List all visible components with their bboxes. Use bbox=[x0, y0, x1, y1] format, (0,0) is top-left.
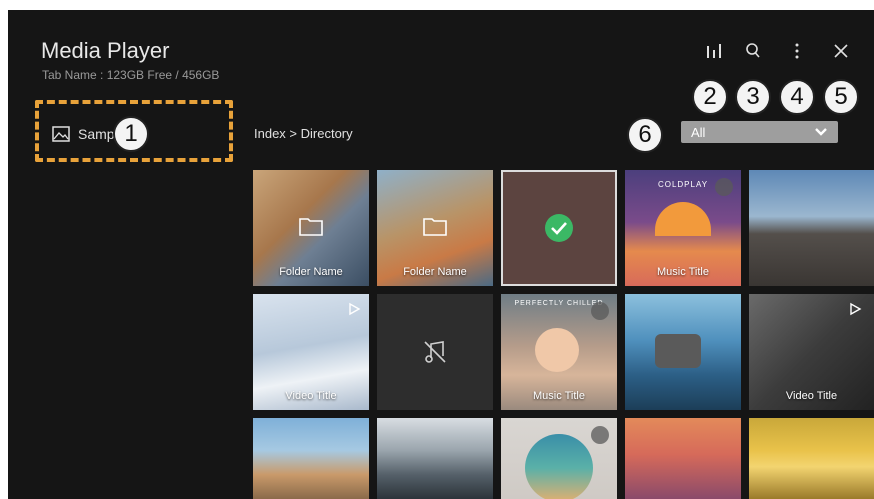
folder-icon bbox=[299, 218, 323, 236]
callout-4: 4 bbox=[779, 79, 815, 115]
music-badge-icon bbox=[715, 178, 733, 196]
callout-1: 1 bbox=[113, 116, 149, 152]
album-art bbox=[535, 328, 579, 372]
tile-label: Folder Name bbox=[279, 266, 343, 278]
selected-tile[interactable] bbox=[501, 170, 617, 286]
callout-6: 6 bbox=[627, 117, 663, 153]
storage-info: Tab Name : 123GB Free / 456GB bbox=[42, 68, 220, 82]
app-title: Media Player bbox=[41, 38, 170, 63]
folder-tile[interactable]: Folder Name bbox=[377, 170, 493, 286]
image-icon bbox=[52, 126, 70, 142]
music-badge-icon bbox=[591, 302, 609, 320]
tile-label: Video Title bbox=[785, 390, 838, 402]
more-icon[interactable] bbox=[786, 40, 808, 62]
chevron-down-icon bbox=[815, 128, 827, 136]
tile-label: Video Title bbox=[285, 390, 337, 402]
image-tile[interactable] bbox=[749, 418, 874, 499]
unsupported-tile[interactable] bbox=[377, 294, 493, 410]
dog-silhouette bbox=[655, 334, 701, 368]
album-art bbox=[655, 202, 711, 236]
folder-icon bbox=[423, 218, 447, 236]
media-player-screen: Media Player Tab Name : 123GB Free / 456… bbox=[8, 10, 874, 499]
music-badge-icon bbox=[591, 426, 609, 444]
filter-dropdown[interactable]: All bbox=[681, 121, 838, 143]
callout-3: 3 bbox=[735, 79, 771, 115]
image-tile[interactable] bbox=[377, 418, 493, 499]
tile-label: Music Title bbox=[657, 266, 709, 278]
play-icon bbox=[850, 302, 862, 316]
filter-selected: All bbox=[691, 124, 706, 140]
play-icon bbox=[349, 302, 361, 316]
check-icon bbox=[545, 214, 573, 242]
equalizer-icon[interactable] bbox=[703, 40, 725, 62]
music-off-icon bbox=[424, 341, 446, 363]
sidebar-item-label: Samp bbox=[78, 126, 115, 142]
image-tile[interactable] bbox=[749, 170, 874, 286]
music-tile[interactable]: COLDPLAY Music Title bbox=[625, 170, 741, 286]
image-tile[interactable] bbox=[253, 418, 369, 499]
album-art bbox=[525, 434, 593, 499]
search-icon[interactable] bbox=[742, 40, 764, 62]
tile-label: Music Title bbox=[533, 390, 585, 402]
close-icon[interactable] bbox=[830, 40, 852, 62]
tile-label: Folder Name bbox=[403, 266, 467, 278]
music-tile[interactable]: PERFECTLY CHILLED Music Title bbox=[501, 294, 617, 410]
music-tile[interactable] bbox=[501, 418, 617, 499]
folder-tile[interactable]: Folder Name bbox=[253, 170, 369, 286]
callout-2: 2 bbox=[692, 79, 728, 115]
video-tile[interactable]: Video Title bbox=[253, 294, 369, 410]
image-tile[interactable] bbox=[625, 418, 741, 499]
image-tile[interactable] bbox=[625, 294, 741, 410]
video-tile[interactable]: Video Title bbox=[749, 294, 874, 410]
callout-5: 5 bbox=[823, 79, 859, 115]
breadcrumb: Index > Directory bbox=[254, 126, 353, 141]
